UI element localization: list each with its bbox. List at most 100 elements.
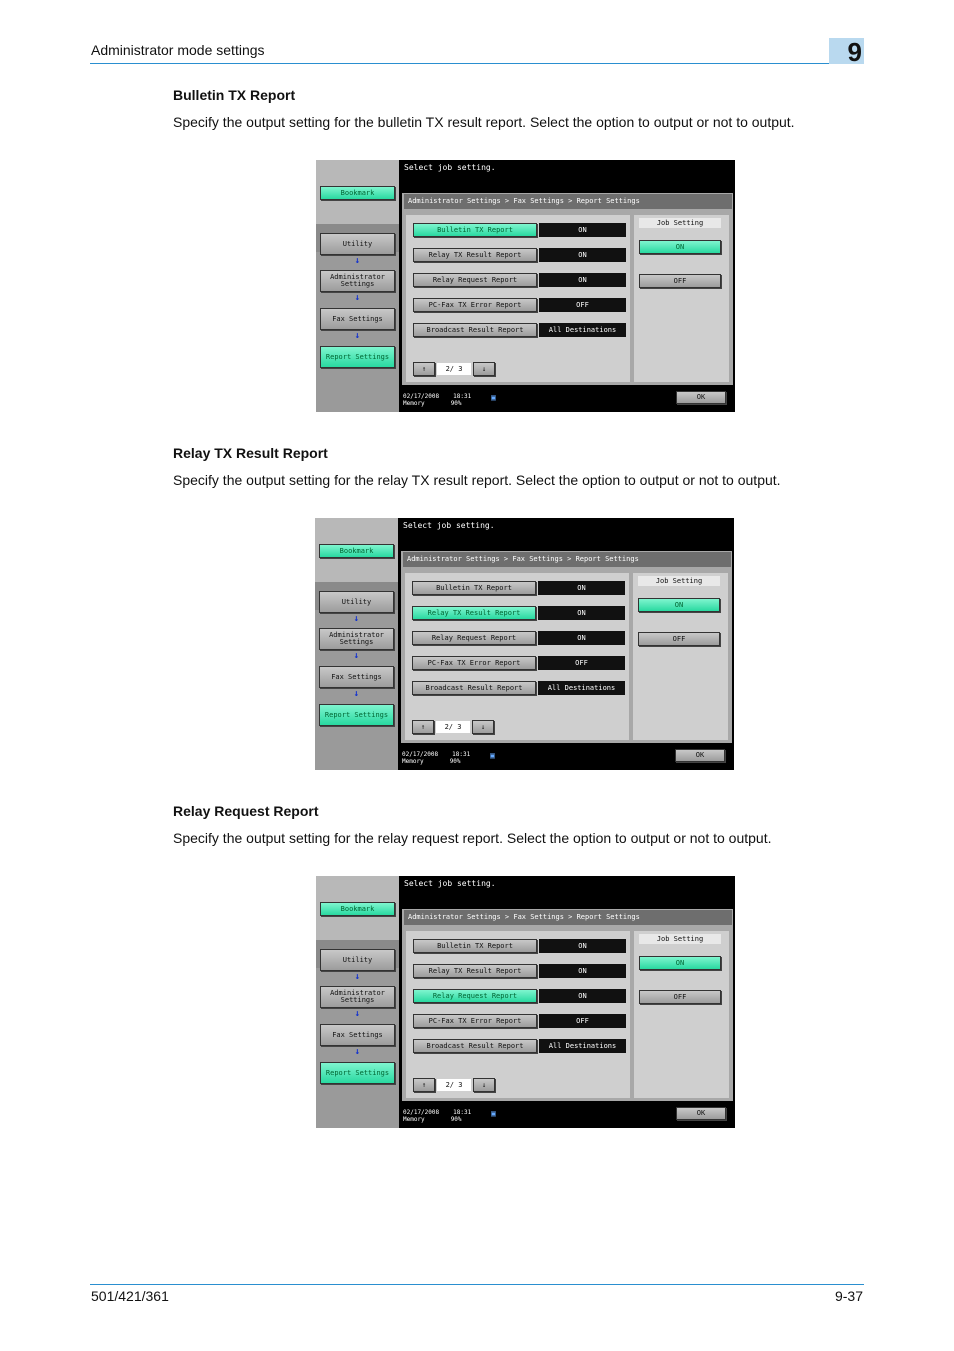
setting-row-value: ON bbox=[539, 964, 626, 978]
control-panel-screenshot: Bookmark Utility ↓ Administrator Settings ↓ F… bbox=[315, 518, 734, 770]
tray-icon: ▣ bbox=[491, 1109, 496, 1118]
page-indicator: 2/ 3 bbox=[436, 721, 470, 733]
memory-label: Memory bbox=[403, 400, 425, 407]
memory-value: 90% bbox=[450, 1116, 462, 1123]
nav-button-4[interactable]: Report Settings bbox=[320, 1062, 395, 1084]
down-arrow-icon: ↓ bbox=[354, 972, 361, 982]
setting-row-button[interactable]: Bulletin TX Report bbox=[412, 581, 536, 595]
setting-row-button[interactable]: Bulletin TX Report bbox=[413, 223, 537, 237]
setting-row-button[interactable]: PC-Fax TX Error Report bbox=[413, 1014, 537, 1028]
job-setting-label: Job Setting bbox=[639, 218, 721, 228]
setting-row-button[interactable]: Relay TX Result Report bbox=[413, 964, 537, 978]
nav-button-3[interactable]: Fax Settings bbox=[320, 1024, 395, 1046]
bookmark-button[interactable]: Bookmark bbox=[320, 902, 395, 916]
setting-row-button[interactable]: Relay Request Report bbox=[413, 989, 537, 1003]
setting-row-value: ON bbox=[539, 248, 626, 262]
down-arrow-icon: ↓ bbox=[353, 651, 360, 661]
setting-row-button[interactable]: Relay TX Result Report bbox=[412, 606, 536, 620]
setting-row-value: ON bbox=[539, 939, 626, 953]
setting-row-value: ON bbox=[539, 989, 626, 1003]
status-message: Select job setting. bbox=[404, 163, 496, 172]
setting-row-button[interactable]: Broadcast Result Report bbox=[412, 681, 536, 695]
control-panel-screenshot: Bookmark Utility ↓ Administrator Settings ↓ F… bbox=[316, 876, 735, 1128]
setting-row-value: ON bbox=[538, 581, 625, 595]
setting-row-button[interactable]: PC-Fax TX Error Report bbox=[412, 656, 536, 670]
on-option-button[interactable]: ON bbox=[638, 598, 720, 612]
nav-button-3[interactable]: Fax Settings bbox=[320, 308, 395, 330]
on-option-button[interactable]: ON bbox=[639, 956, 721, 970]
nav-button-2[interactable]: Administrator Settings bbox=[319, 628, 394, 650]
nav-button-2[interactable]: Administrator Settings bbox=[320, 986, 395, 1008]
setting-row-button[interactable]: Relay Request Report bbox=[413, 273, 537, 287]
setting-row-value: All Destinations bbox=[539, 323, 626, 337]
off-option-button[interactable]: OFF bbox=[639, 990, 721, 1004]
setting-row-button[interactable]: Relay TX Result Report bbox=[413, 248, 537, 262]
date: 02/17/2008 bbox=[402, 751, 439, 758]
ok-button[interactable]: OK bbox=[675, 749, 725, 762]
off-option-button[interactable]: OFF bbox=[638, 632, 720, 646]
setting-row-value: ON bbox=[539, 273, 626, 287]
down-arrow-icon: ↓ bbox=[354, 293, 361, 303]
on-option-button[interactable]: ON bbox=[639, 240, 721, 254]
setting-row-button[interactable]: Relay Request Report bbox=[412, 631, 536, 645]
breadcrumb: Administrator Settings > Fax Settings > … bbox=[404, 194, 732, 209]
memory-value: 90% bbox=[450, 400, 462, 407]
breadcrumb: Administrator Settings > Fax Settings > … bbox=[403, 552, 731, 567]
page-indicator: 2/ 3 bbox=[437, 1079, 471, 1091]
down-arrow-icon: ↓ bbox=[353, 689, 360, 699]
setting-row-value: All Destinations bbox=[538, 681, 625, 695]
footer-page-number: 9-37 bbox=[834, 1288, 863, 1304]
page-down-button[interactable]: ↓ bbox=[473, 362, 495, 376]
page-down-button[interactable]: ↓ bbox=[472, 720, 494, 734]
ok-button[interactable]: OK bbox=[676, 1107, 726, 1120]
section-description: Specify the output setting for the bulle… bbox=[173, 114, 795, 130]
off-option-button[interactable]: OFF bbox=[639, 274, 721, 288]
nav-button-2[interactable]: Administrator Settings bbox=[320, 270, 395, 292]
down-arrow-icon: ↓ bbox=[354, 256, 361, 266]
page-up-button[interactable]: ↑ bbox=[413, 1078, 435, 1092]
setting-row-value: All Destinations bbox=[539, 1039, 626, 1053]
section-title: Bulletin TX Report bbox=[173, 87, 296, 103]
bookmark-button[interactable]: Bookmark bbox=[320, 186, 395, 200]
control-panel-screenshot: Bookmark Utility ↓ Administrator Settings ↓ F… bbox=[316, 160, 735, 412]
ok-button[interactable]: OK bbox=[676, 391, 726, 404]
memory-label: Memory bbox=[403, 1116, 425, 1123]
page-up-button[interactable]: ↑ bbox=[413, 362, 435, 376]
nav-button-3[interactable]: Fax Settings bbox=[319, 666, 394, 688]
job-setting-label: Job Setting bbox=[638, 576, 720, 586]
down-arrow-icon: ↓ bbox=[354, 1009, 361, 1019]
status-bar: 02/17/2008 18:31 Memory 90% bbox=[402, 751, 470, 765]
nav-button-4[interactable]: Report Settings bbox=[319, 704, 394, 726]
date: 02/17/2008 bbox=[403, 1109, 440, 1116]
section-title: Relay TX Result Report bbox=[173, 445, 328, 461]
page-indicator: 2/ 3 bbox=[437, 363, 471, 375]
setting-row-value: OFF bbox=[538, 656, 625, 670]
page-up-button[interactable]: ↑ bbox=[412, 720, 434, 734]
status-bar: 02/17/2008 18:31 Memory 90% bbox=[403, 1109, 471, 1123]
tray-icon: ▣ bbox=[491, 393, 496, 402]
nav-button-1[interactable]: Utility bbox=[320, 949, 395, 971]
setting-row-button[interactable]: Bulletin TX Report bbox=[413, 939, 537, 953]
status-message: Select job setting. bbox=[404, 879, 496, 888]
time: 18:31 bbox=[452, 751, 471, 758]
chapter-badge: 9 bbox=[829, 38, 864, 66]
bookmark-button[interactable]: Bookmark bbox=[319, 544, 394, 558]
time: 18:31 bbox=[453, 1109, 472, 1116]
down-arrow-icon: ↓ bbox=[354, 331, 361, 341]
setting-row-button[interactable]: Broadcast Result Report bbox=[413, 323, 537, 337]
date: 02/17/2008 bbox=[403, 393, 440, 400]
section-title: Relay Request Report bbox=[173, 803, 319, 819]
status-bar: 02/17/2008 18:31 Memory 90% bbox=[403, 393, 471, 407]
section-description: Specify the output setting for the relay… bbox=[173, 830, 772, 846]
page-down-button[interactable]: ↓ bbox=[473, 1078, 495, 1092]
footer-rule bbox=[90, 1284, 864, 1285]
nav-button-1[interactable]: Utility bbox=[319, 591, 394, 613]
header-rule bbox=[90, 63, 864, 64]
nav-button-4[interactable]: Report Settings bbox=[320, 346, 395, 368]
setting-row-value: ON bbox=[538, 631, 625, 645]
memory-label: Memory bbox=[402, 758, 424, 765]
nav-button-1[interactable]: Utility bbox=[320, 233, 395, 255]
setting-row-button[interactable]: Broadcast Result Report bbox=[413, 1039, 537, 1053]
setting-row-button[interactable]: PC-Fax TX Error Report bbox=[413, 298, 537, 312]
footer-model: 501/421/361 bbox=[91, 1288, 169, 1304]
